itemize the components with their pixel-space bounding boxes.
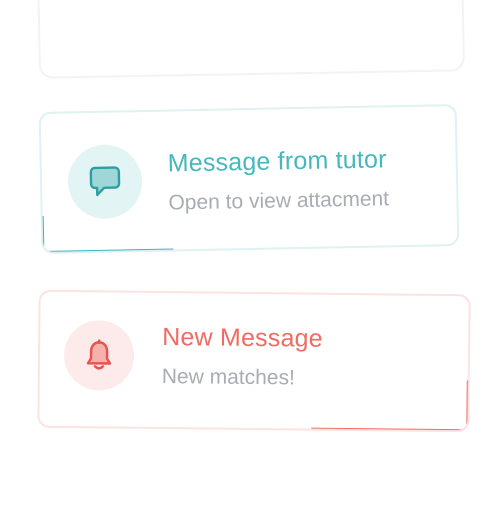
bell-icon [86,339,112,370]
notification-title: New Message [162,323,323,353]
notification-subtitle: New matches! [161,365,295,390]
icon-badge-tutor [67,144,143,220]
notification-card-tutor[interactable]: Message from tutor Open to view attacmen… [38,104,460,254]
card-accent-corner [40,215,45,254]
notification-card-new-message[interactable]: New Message New matches! [37,289,471,433]
card-accent-corner [466,380,470,433]
notification-card-partial[interactable] [37,0,465,79]
notification-subtitle: Open to view attacment [168,187,390,215]
notification-title: Message from tutor [167,145,387,178]
chat-bubble-icon [89,166,121,197]
icon-badge-new-message [63,320,135,391]
card-accent-line [311,427,470,433]
card-accent-line [41,248,174,254]
